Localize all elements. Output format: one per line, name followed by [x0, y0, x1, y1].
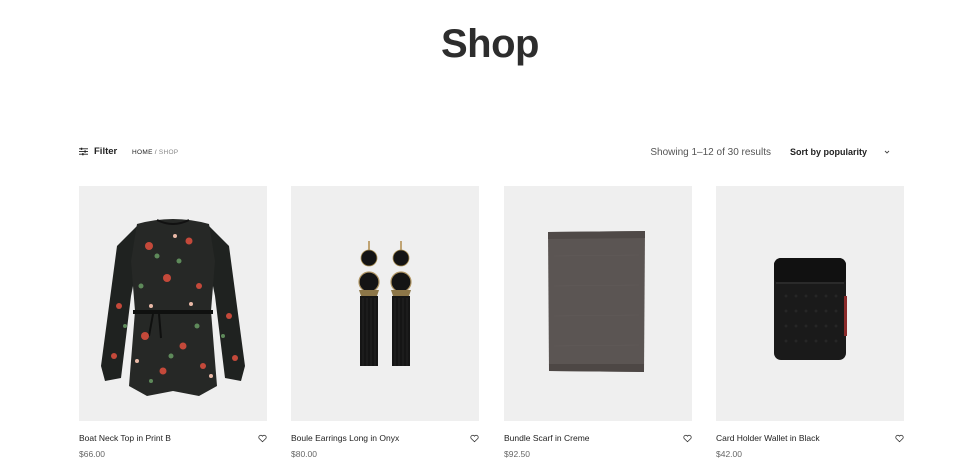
product-info: Boat Neck Top in Print B $66.00 [79, 433, 267, 465]
heart-icon[interactable] [895, 434, 904, 443]
tassel-earrings-image [358, 241, 412, 366]
product-info: Card Holder Wallet in Black $42.00 [716, 433, 904, 465]
product-card: Boule Earrings Long in Onyx $80.00 [291, 186, 479, 465]
sort-select[interactable]: Sort by popularity [790, 147, 890, 157]
product-info: Bundle Scarf in Creme $92.50 [504, 433, 692, 465]
product-price: $92.50 [504, 449, 530, 459]
folded-scarf-image [548, 231, 645, 372]
product-name[interactable]: Bundle Scarf in Creme [504, 433, 692, 443]
breadcrumb: HOME / SHOP [132, 149, 178, 156]
product-image-link[interactable] [716, 186, 904, 421]
product-card: Bundle Scarf in Creme $92.50 [504, 186, 692, 465]
filter-button[interactable]: Filter [79, 146, 117, 157]
sliders-icon [79, 147, 88, 156]
chevron-down-icon [884, 150, 890, 154]
breadcrumb-separator: / [154, 149, 157, 156]
result-count: Showing 1–12 of 30 results [650, 147, 771, 158]
product-name[interactable]: Card Holder Wallet in Black [716, 433, 904, 443]
breadcrumb-home[interactable]: HOME [132, 149, 153, 156]
product-image-link[interactable] [79, 186, 267, 421]
product-info: Boule Earrings Long in Onyx $80.00 [291, 433, 479, 465]
heart-icon[interactable] [683, 434, 692, 443]
heart-icon[interactable] [470, 434, 479, 443]
product-price: $66.00 [79, 449, 105, 459]
product-card: Boat Neck Top in Print B $66.00 [79, 186, 267, 465]
filter-label: Filter [94, 146, 118, 157]
page-title: Shop [441, 22, 539, 66]
shop-toolbar: Filter HOME / SHOP Showing 1–12 of 30 resu… [79, 146, 904, 162]
floral-blouse-image [101, 219, 245, 396]
product-card: Card Holder Wallet in Black $42.00 [716, 186, 904, 465]
product-grid: Boat Neck Top in Print B $66.00 Boule Ea… [79, 186, 904, 466]
product-name[interactable]: Boat Neck Top in Print B [79, 433, 267, 443]
card-wallet-image [774, 258, 847, 360]
product-name[interactable]: Boule Earrings Long in Onyx [291, 433, 479, 443]
sort-selected-value: Sort by popularity [790, 147, 868, 157]
product-image-link[interactable] [291, 186, 479, 421]
product-image-link[interactable] [504, 186, 692, 421]
heart-icon[interactable] [258, 434, 267, 443]
product-price: $42.00 [716, 449, 742, 459]
product-price: $80.00 [291, 449, 317, 459]
breadcrumb-current: SHOP [158, 149, 179, 156]
